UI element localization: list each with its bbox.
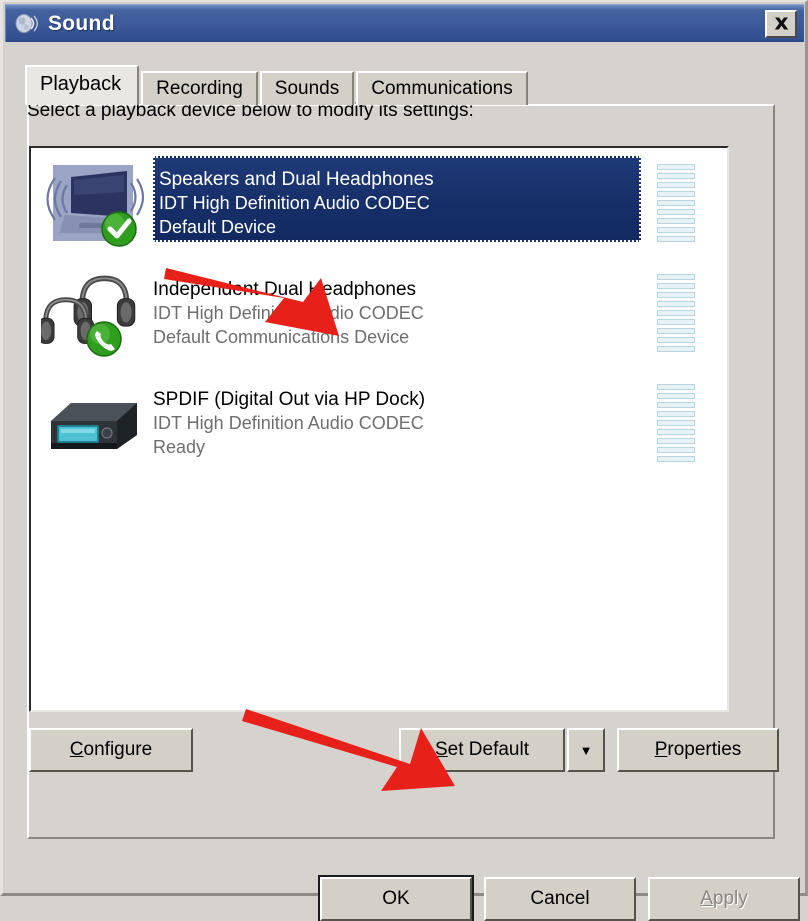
meter-segment — [657, 384, 695, 390]
tab-playback-label: Playback — [40, 73, 122, 95]
chevron-down-icon: ▼ — [579, 742, 593, 758]
device-info: SPDIF (Digital Out via HP Dock) IDT High… — [149, 387, 657, 460]
cancel-button[interactable]: Cancel — [484, 877, 636, 921]
meter-segment — [657, 310, 695, 316]
configure-button[interactable]: Configure — [29, 728, 193, 772]
green-check-badge — [101, 211, 137, 247]
meter-segment — [657, 200, 695, 206]
meter-segment — [657, 319, 695, 325]
laptop-speakers-icon — [37, 155, 149, 251]
meter-segment — [657, 283, 695, 289]
meter-segment — [657, 301, 695, 307]
properties-label: roperties — [667, 739, 742, 760]
device-list-item[interactable]: Independent Dual Headphones IDT High Def… — [31, 258, 727, 368]
device-status: Default Communications Device — [153, 326, 410, 347]
meter-segment — [657, 182, 695, 188]
tab-communications-label: Communications — [371, 78, 513, 99]
volume-meter — [657, 384, 695, 462]
meter-segment — [657, 429, 695, 435]
device-list-item[interactable]: Speakers and Dual Headphones IDT High De… — [31, 148, 727, 258]
device-driver: IDT High Definition Audio CODEC — [153, 302, 424, 323]
meter-segment — [657, 456, 695, 462]
window-title: Sound — [48, 12, 115, 35]
device-name: Independent Dual Headphones — [153, 278, 417, 300]
device-name: SPDIF (Digital Out via HP Dock) — [153, 388, 426, 410]
apply-button: Apply — [648, 877, 800, 921]
meter-segment — [657, 420, 695, 426]
meter-segment — [657, 411, 695, 417]
ok-label: OK — [382, 888, 410, 909]
set-default-button[interactable]: Set Default — [399, 728, 565, 772]
dialog-client-area: Playback Recording Sounds Communications… — [5, 42, 804, 921]
meter-segment — [657, 209, 695, 215]
cancel-label: Cancel — [530, 888, 590, 909]
volume-meter — [657, 164, 695, 242]
meter-segment — [657, 227, 695, 233]
green-phone-badge — [86, 321, 122, 357]
tab-sounds[interactable]: Sounds — [259, 71, 355, 105]
tab-recording-label: Recording — [156, 78, 243, 99]
meter-segment — [657, 346, 695, 352]
ok-button[interactable]: OK — [318, 875, 474, 921]
tab-recording[interactable]: Recording — [141, 71, 258, 105]
tab-communications[interactable]: Communications — [356, 71, 528, 105]
properties-accel: P — [654, 739, 668, 760]
device-status: Ready — [153, 436, 206, 457]
tab-strip: Playback Recording Sounds Communications — [25, 65, 530, 105]
meter-segment — [657, 393, 695, 399]
meter-segment — [657, 447, 695, 453]
device-name: Speakers and Dual Headphones — [159, 168, 434, 190]
device-driver: IDT High Definition Audio CODEC — [159, 192, 430, 213]
device-driver: IDT High Definition Audio CODEC — [153, 412, 424, 433]
close-button[interactable] — [765, 9, 797, 38]
meter-segment — [657, 164, 695, 170]
apply-accel: A — [700, 888, 713, 909]
configure-accel: C — [69, 739, 84, 760]
meter-segment — [657, 438, 695, 444]
tab-playback[interactable]: Playback — [25, 65, 140, 105]
spdif-device-icon — [37, 375, 149, 471]
tab-sounds-label: Sounds — [274, 78, 340, 99]
meter-segment — [657, 328, 695, 334]
meter-segment — [657, 274, 695, 280]
set-default-accel: S — [434, 739, 448, 760]
set-default-dropdown-button[interactable]: ▼ — [567, 728, 605, 772]
configure-label: onfigure — [83, 739, 153, 760]
meter-segment — [657, 292, 695, 298]
device-info: Independent Dual Headphones IDT High Def… — [149, 277, 657, 350]
properties-button[interactable]: Properties — [617, 728, 779, 772]
device-info: Speakers and Dual Headphones IDT High De… — [149, 167, 657, 240]
meter-segment — [657, 236, 695, 242]
dual-headphones-icon — [37, 265, 149, 361]
set-default-label: et Default — [447, 739, 529, 760]
device-list-item[interactable]: SPDIF (Digital Out via HP Dock) IDT High… — [31, 368, 727, 478]
apply-label: pply — [712, 888, 748, 909]
speaker-icon — [14, 11, 39, 36]
playback-device-list[interactable]: Speakers and Dual Headphones IDT High De… — [29, 146, 729, 712]
meter-segment — [657, 402, 695, 408]
meter-segment — [657, 218, 695, 224]
device-status: Default Device — [159, 216, 277, 237]
meter-segment — [657, 337, 695, 343]
meter-segment — [657, 191, 695, 197]
sound-dialog-window: Sound Playback Recording Sounds Communic… — [0, 0, 808, 921]
volume-meter — [657, 274, 695, 352]
title-bar: Sound — [5, 4, 804, 42]
meter-segment — [657, 173, 695, 179]
